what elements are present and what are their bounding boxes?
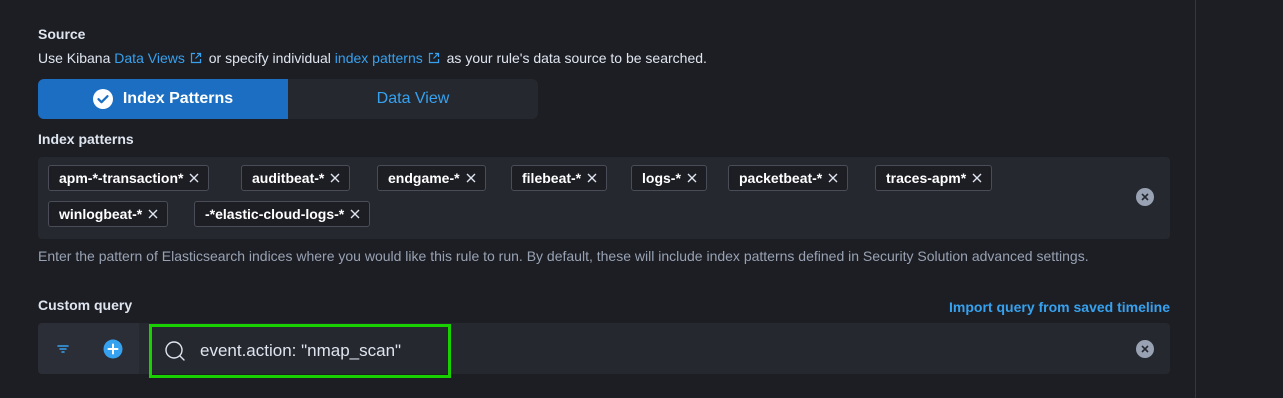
remove-pill-icon[interactable] <box>687 173 697 183</box>
index-pattern-pill: traces-apm* <box>875 165 993 191</box>
pill-label: logs-* <box>642 170 681 186</box>
index-patterns-link[interactable]: index patterns <box>335 50 423 66</box>
pill-label: endgame-* <box>388 170 460 186</box>
index-patterns-toggle-label: Index Patterns <box>122 90 234 107</box>
index-patterns-label: Index patterns <box>38 131 134 147</box>
data-view-toggle-label: Data View <box>376 90 450 107</box>
index-pattern-pill: logs-* <box>631 165 707 191</box>
remove-pill-icon[interactable] <box>189 173 199 183</box>
check-circle-icon <box>92 89 113 109</box>
index-patterns-combobox[interactable]: apm-*-transaction* auditbeat-* endgame-*… <box>38 157 1170 239</box>
remove-pill-icon[interactable] <box>330 173 340 183</box>
data-views-link[interactable]: Data Views <box>114 50 185 66</box>
pill-label: apm-*-transaction* <box>59 170 184 186</box>
index-pattern-pill: -*elastic-cloud-logs-* <box>194 201 371 227</box>
index-patterns-toggle-button[interactable]: Index Patterns <box>38 79 288 119</box>
desc-suffix: as your rule's data source to be searche… <box>446 50 707 66</box>
index-pattern-pill: filebeat-* <box>511 165 608 191</box>
remove-pill-icon[interactable] <box>828 173 838 183</box>
clear-query-button[interactable] <box>1136 340 1154 358</box>
remove-pill-icon[interactable] <box>148 209 158 219</box>
add-filter-button[interactable] <box>88 339 138 359</box>
custom-query-label: Custom query <box>38 297 133 313</box>
panel-divider <box>1195 0 1196 398</box>
index-pattern-pill: auditbeat-* <box>241 165 351 191</box>
clear-icon <box>1141 193 1149 201</box>
filter-icon <box>56 344 70 354</box>
desc-middle: or specify individual <box>208 50 331 66</box>
external-link-icon <box>428 51 440 67</box>
import-query-link[interactable]: Import query from saved timeline <box>949 299 1170 315</box>
index-pattern-pill: endgame-* <box>377 165 486 191</box>
pill-label: winlogbeat-* <box>59 206 143 222</box>
remove-pill-icon[interactable] <box>466 173 476 183</box>
filter-menu-button[interactable] <box>38 344 88 354</box>
index-pattern-pill: winlogbeat-* <box>48 201 169 227</box>
pill-label: filebeat-* <box>522 170 582 186</box>
clear-icon <box>1141 345 1149 353</box>
external-link-icon <box>190 51 202 67</box>
remove-pill-icon[interactable] <box>972 173 982 183</box>
pill-label: -*elastic-cloud-logs-* <box>205 206 345 222</box>
pill-label: auditbeat-* <box>252 170 325 186</box>
search-icon <box>164 340 186 362</box>
query-input[interactable]: event.action: "nmap_scan" <box>149 324 451 378</box>
data-view-toggle-button[interactable]: Data View <box>288 79 538 119</box>
query-bar: event.action: "nmap_scan" <box>38 323 1170 378</box>
source-description: Use Kibana Data Views or specify individ… <box>38 50 707 67</box>
pill-label: packetbeat-* <box>739 170 823 186</box>
source-label: Source <box>38 26 86 42</box>
source-type-toggle: Index Patterns Data View <box>38 79 538 119</box>
remove-pill-icon[interactable] <box>587 173 597 183</box>
index-pattern-pill: packetbeat-* <box>728 165 849 191</box>
query-text: event.action: "nmap_scan" <box>200 341 402 360</box>
desc-prefix: Use Kibana <box>38 50 111 66</box>
pill-label: traces-apm* <box>886 170 967 186</box>
plus-circle-icon <box>103 339 123 359</box>
query-bar-actions <box>38 323 139 374</box>
index-patterns-help-text: Enter the pattern of Elasticsearch indic… <box>38 248 1089 264</box>
remove-pill-icon[interactable] <box>350 209 360 219</box>
clear-index-patterns-button[interactable] <box>1136 188 1154 206</box>
index-pattern-pill: apm-*-transaction* <box>48 165 210 191</box>
